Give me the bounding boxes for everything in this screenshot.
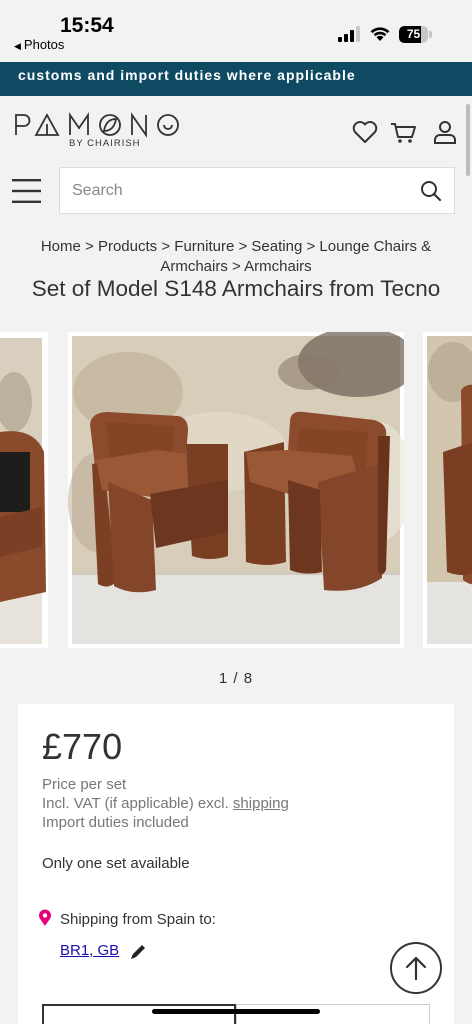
search-box[interactable] [59, 167, 455, 214]
heart-icon[interactable] [351, 118, 379, 146]
availability-note: Only one set available [42, 855, 190, 872]
back-label: Photos [23, 37, 65, 52]
breadcrumb-separator: > [238, 238, 248, 255]
logo-subtitle: BY CHAIRISH [69, 138, 141, 149]
shipping-label: Shipping from Spain to: [60, 911, 216, 928]
breadcrumb-separator: > [232, 258, 241, 275]
vat-note: Incl. VAT (if applicable) excl. shipping [42, 794, 289, 813]
gallery-pagination: 1 / 8 [218, 670, 254, 687]
product-title: Set of Model S148 Armchairs from Tecno [31, 276, 441, 301]
user-icon[interactable] [431, 118, 459, 146]
gallery-image-next[interactable] [423, 332, 472, 648]
signal-icon [338, 26, 360, 42]
price-unit: Price per set [42, 776, 127, 793]
option-tab-selected[interactable] [42, 1004, 236, 1024]
page-scrollbar[interactable] [466, 104, 470, 176]
shipping-link[interactable]: shipping [233, 795, 289, 812]
product-price: £770 [42, 726, 123, 767]
hamburger-menu-icon[interactable] [12, 178, 42, 204]
wifi-icon [370, 27, 390, 41]
battery-icon: 75 [399, 26, 432, 43]
location-pin-icon [39, 909, 51, 926]
status-bar: 15:54 ◀ Photos 75 [0, 0, 472, 62]
price-info: Price per set Incl. VAT (if applicable) … [42, 775, 289, 832]
logo-wordmark [15, 112, 179, 138]
search-icon[interactable] [420, 180, 442, 202]
breadcrumb: Home > Products > Furniture > Seating > … [20, 237, 452, 277]
search-input[interactable] [72, 168, 402, 213]
cart-icon[interactable] [389, 118, 417, 146]
breadcrumb-separator: > [161, 238, 171, 255]
gallery-image-previous[interactable] [0, 332, 48, 648]
promo-text: customs and import duties where applicab… [18, 67, 356, 83]
scroll-to-top-button[interactable] [390, 942, 442, 994]
status-time: 15:54 [60, 14, 114, 37]
home-indicator [152, 1009, 320, 1014]
breadcrumb-separator: > [85, 238, 94, 255]
option-tab[interactable] [236, 1004, 430, 1024]
gallery-image-main[interactable] [68, 332, 404, 648]
back-caret-icon: ◀ [14, 41, 21, 51]
battery-level: 75 [406, 27, 421, 41]
breadcrumb-separator: > [306, 238, 316, 255]
image-gallery[interactable] [0, 330, 472, 648]
price-card: £770 Price per set Incl. VAT (if applica… [18, 704, 454, 1024]
breadcrumb-seating[interactable]: Seating [251, 238, 302, 255]
import-duties-note: Import duties included [42, 814, 189, 831]
breadcrumb-armchairs[interactable]: Armchairs [244, 258, 312, 275]
pamono-logo[interactable]: BY CHAIRISH [14, 112, 194, 152]
breadcrumb-products[interactable]: Products [98, 238, 157, 255]
shipping-location-link[interactable]: BR1, GB [60, 942, 119, 959]
promo-banner: customs and import duties where applicab… [0, 62, 472, 96]
breadcrumb-home[interactable]: Home [41, 238, 81, 255]
arrow-up-icon [405, 956, 427, 981]
vat-prefix: Incl. VAT (if applicable) excl. [42, 795, 229, 812]
pencil-edit-icon[interactable] [128, 942, 148, 962]
breadcrumb-furniture[interactable]: Furniture [174, 238, 234, 255]
back-to-photos[interactable]: ◀ Photos [14, 37, 64, 52]
